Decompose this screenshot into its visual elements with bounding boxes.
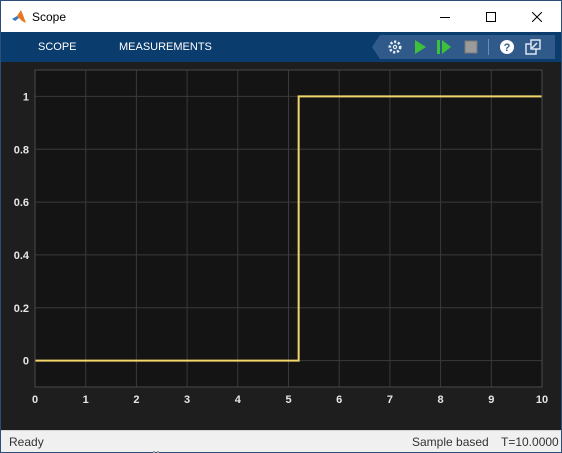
x-tick-label: 6 — [336, 394, 342, 406]
y-tick-label: 0.2 — [14, 303, 29, 315]
status-ready: Ready — [9, 435, 44, 449]
x-tick-label: 2 — [133, 394, 139, 406]
run-icon[interactable] — [411, 38, 429, 56]
signal-plot[interactable]: 0 1 2 3 4 5 6 7 8 9 10 0 0.2 0.4 0.6 0.8 1 — [1, 62, 561, 430]
matlab-logo-icon — [11, 9, 27, 25]
y-tick-label: 0 — [23, 356, 29, 368]
x-tick-label: 1 — [83, 394, 89, 406]
tab-measurements[interactable]: MEASUREMENTS — [119, 32, 212, 62]
close-button[interactable] — [514, 1, 560, 32]
status-simulation-time: T=10.0000 — [501, 435, 559, 449]
toolbar-group: ? — [372, 35, 555, 59]
minimize-icon — [440, 16, 450, 18]
help-icon[interactable]: ? — [498, 38, 516, 56]
stop-icon[interactable] — [462, 38, 480, 56]
y-tick-label: 0.8 — [14, 144, 29, 156]
x-tick-label: 5 — [285, 394, 291, 406]
step-forward-icon[interactable] — [435, 38, 453, 56]
y-tick-label: 1 — [23, 91, 29, 103]
x-tick-label: 4 — [235, 394, 242, 406]
toolstrip: SCOPE MEASUREMENTS ? — [1, 32, 561, 62]
window-title: Scope — [32, 10, 67, 24]
maximize-button[interactable] — [468, 1, 514, 32]
y-tick-labels: 0 0.2 0.4 0.6 0.8 1 — [14, 91, 30, 367]
x-tick-label: 10 — [536, 394, 548, 406]
x-tick-label: 0 — [32, 394, 38, 406]
tab-scope[interactable]: SCOPE — [38, 32, 77, 62]
status-sampling-mode: Sample based — [412, 435, 489, 449]
undock-icon[interactable] — [524, 38, 542, 56]
x-tick-label: 3 — [184, 394, 190, 406]
toolbar-separator — [488, 39, 489, 55]
scope-window: Scope SCOPE MEASUREMENTS ? 0 1 2 3 4 5 6… — [0, 0, 562, 453]
y-tick-label: 0.6 — [14, 197, 29, 209]
title-bar[interactable]: Scope — [1, 1, 561, 32]
close-icon — [532, 11, 542, 22]
x-tick-label: 9 — [488, 394, 494, 406]
maximize-icon — [486, 11, 496, 22]
y-tick-label: 0.4 — [14, 250, 30, 262]
svg-text:?: ? — [504, 42, 511, 54]
x-tick-label: 7 — [387, 394, 393, 406]
scope-display[interactable]: 0 1 2 3 4 5 6 7 8 9 10 0 0.2 0.4 0.6 0.8 1 — [1, 62, 561, 430]
status-bar: Ready Sample based T=10.0000 — [1, 430, 561, 453]
minimize-button[interactable] — [422, 1, 468, 32]
x-tick-labels: 0 1 2 3 4 5 6 7 8 9 10 — [32, 394, 548, 406]
x-tick-label: 8 — [438, 394, 444, 406]
settings-gear-icon[interactable] — [386, 38, 404, 56]
